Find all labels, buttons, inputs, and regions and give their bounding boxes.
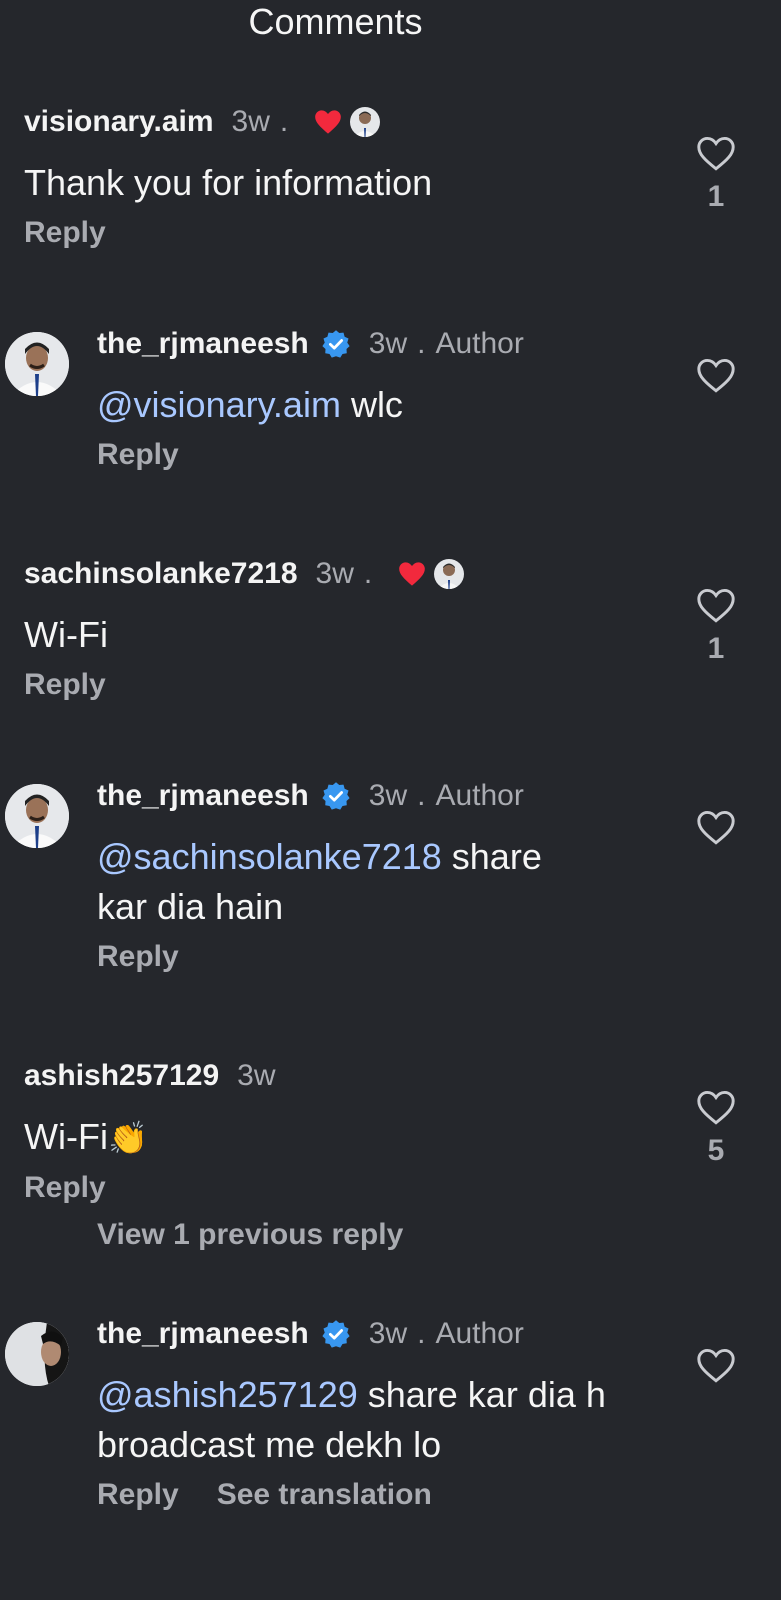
heart-outline-icon[interactable]	[696, 810, 736, 846]
reply-button[interactable]: Reply	[97, 940, 179, 974]
separator-dot: .	[417, 327, 426, 360]
comment-text: Thank you for information	[24, 162, 433, 203]
comment-text: @ashish257129 share kar dia h broadcast …	[97, 1370, 637, 1470]
separator-dot: .	[363, 557, 373, 590]
comment-time: 3w	[368, 327, 408, 360]
avatar[interactable]	[5, 784, 69, 848]
comment-username[interactable]: ashish257129	[24, 1059, 219, 1093]
comment-time: 3w	[368, 779, 408, 812]
separator-dot: .	[279, 105, 289, 138]
heart-outline-icon[interactable]	[696, 1348, 736, 1384]
see-translation-button[interactable]: See translation	[217, 1478, 432, 1512]
avatar[interactable]	[5, 1322, 69, 1386]
author-mini-avatar	[434, 559, 465, 589]
verified-badge-icon	[322, 1320, 350, 1348]
author-liked-heart-icon	[399, 562, 426, 586]
comment-time: 3w	[315, 557, 354, 590]
verified-badge-icon	[322, 782, 350, 810]
author-label: Author	[435, 327, 524, 360]
heart-outline-icon[interactable]	[696, 358, 736, 394]
comment-body: wlc	[340, 384, 403, 425]
mention-link[interactable]: @sachinsolanke7218	[97, 836, 442, 877]
comment-username[interactable]: visionary.aim	[24, 105, 214, 139]
comment-username[interactable]: the_rjmaneesh	[97, 1317, 309, 1351]
author-label: Author	[435, 779, 524, 812]
comment-text: @sachinsolanke7218 share kar dia hain	[97, 832, 597, 932]
comments-header: Comments	[0, 0, 781, 48]
like-count: 1	[707, 180, 725, 213]
avatar[interactable]	[5, 332, 69, 396]
heart-outline-icon[interactable]	[696, 136, 736, 172]
comment-text: @visionary.aim wlc	[97, 380, 657, 430]
comment-username[interactable]: the_rjmaneesh	[97, 779, 309, 813]
comment-text: Wi-Fi	[24, 614, 108, 655]
reply-button[interactable]: Reply	[24, 668, 106, 702]
verified-badge-icon	[322, 330, 350, 358]
author-label: Author	[435, 1317, 524, 1350]
author-mini-avatar	[350, 107, 381, 137]
like-count: 5	[707, 1134, 725, 1167]
comment-username[interactable]: the_rjmaneesh	[97, 327, 309, 361]
heart-outline-icon[interactable]	[696, 588, 736, 624]
comment-username[interactable]: sachinsolanke7218	[24, 557, 298, 591]
author-liked-heart-icon	[315, 110, 342, 134]
separator-dot: .	[417, 1317, 426, 1350]
reply-button[interactable]: Reply	[97, 438, 179, 472]
mention-link[interactable]: @ashish257129	[97, 1374, 358, 1415]
reply-button[interactable]: Reply	[24, 216, 106, 250]
reply-button[interactable]: Reply	[24, 1171, 106, 1205]
clapping-hands-icon: 👏	[107, 1120, 148, 1156]
page-title: Comments	[248, 1, 423, 42]
comment-text: Wi-Fi👏	[24, 1112, 276, 1163]
heart-outline-icon[interactable]	[696, 1090, 736, 1126]
comment-time: 3w	[368, 1317, 408, 1350]
separator-dot: .	[417, 779, 426, 812]
view-previous-replies-button[interactable]: View 1 previous reply	[97, 1218, 403, 1252]
like-count: 1	[707, 632, 725, 665]
mention-link[interactable]: @visionary.aim	[97, 384, 341, 425]
comment-time: 3w	[237, 1059, 276, 1092]
reply-button[interactable]: Reply	[97, 1478, 179, 1512]
comment-time: 3w	[231, 105, 270, 138]
comment-body: Wi-Fi	[24, 1116, 108, 1157]
